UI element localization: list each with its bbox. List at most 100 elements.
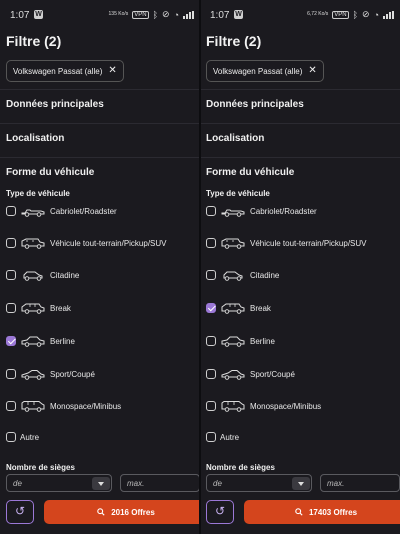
sedan-car-icon — [20, 335, 46, 347]
filter-chip[interactable]: Volkswagen Passat (alle) ✕ — [6, 60, 124, 82]
wifi-icon: ◔ — [373, 9, 379, 20]
filter-chip[interactable]: Volkswagen Passat (alle) ✕ — [206, 60, 324, 82]
bluetooth-icon: ᛒ — [352, 9, 359, 20]
vehicle-type-label-text: Break — [50, 303, 71, 313]
screenshot-divider — [199, 0, 201, 534]
chevron-down-icon[interactable] — [292, 477, 310, 490]
show-offers-button[interactable]: 2016 Offres — [44, 500, 200, 524]
filter-panel-right: 1:07 W 6,72 Ko/s VPN ᛒ ⊘ ◔ Filtre (2) Volkswagen… — [200, 0, 400, 534]
section-divider — [0, 157, 200, 158]
search-icon — [295, 508, 303, 516]
city-car-icon — [220, 269, 246, 281]
chevron-down-icon[interactable] — [92, 477, 110, 490]
close-icon[interactable]: ✕ — [308, 66, 316, 76]
vehicle-type-option[interactable]: Sport/Coupé — [206, 368, 295, 380]
section-localisation[interactable]: Localisation — [206, 133, 264, 144]
seats-max-select[interactable]: max. — [320, 474, 400, 492]
vehicle-type-label-text: Cabriolet/Roadster — [250, 206, 317, 216]
vehicle-type-option[interactable]: Véhicule tout-terrain/Pickup/SUV — [206, 237, 367, 249]
filter-chip-label: Volkswagen Passat (alle) — [13, 66, 103, 76]
checkbox[interactable] — [6, 401, 16, 411]
vehicle-type-label: Type de véhicule — [206, 189, 270, 198]
filter-chip-label: Volkswagen Passat (alle) — [213, 66, 303, 76]
checkbox[interactable] — [206, 336, 216, 346]
vehicle-type-option[interactable]: Berline — [206, 335, 275, 347]
vehicle-type-option[interactable]: Citadine — [206, 269, 279, 281]
vehicle-type-label-text: Citadine — [250, 270, 280, 280]
checkbox-checked[interactable] — [6, 336, 16, 346]
vehicle-type-option[interactable]: Berline — [6, 335, 75, 347]
checkbox[interactable] — [206, 270, 216, 280]
show-offers-button[interactable]: 17403 Offres — [244, 500, 400, 524]
reset-button[interactable]: ↺ — [6, 500, 34, 524]
vehicle-type-label-text: Véhicule tout-terrain/Pickup/SUV — [250, 238, 367, 248]
vehicle-type-label-text: Cabriolet/Roadster — [50, 206, 117, 216]
vehicle-type-label: Type de véhicule — [6, 189, 70, 198]
bottom-action-bar: ↺ 2016 Offres — [0, 492, 200, 534]
app-notification-icon: W — [234, 10, 243, 19]
vehicle-type-option[interactable]: Citadine — [6, 269, 79, 281]
checkbox[interactable] — [6, 432, 16, 442]
seats-max-select[interactable]: max. — [120, 474, 200, 492]
vehicle-type-option[interactable]: Autre — [206, 432, 239, 442]
show-offers-label: 17403 Offres — [308, 507, 358, 517]
minibus-car-icon — [220, 400, 246, 412]
vehicle-type-option[interactable]: Autre — [6, 432, 39, 442]
vehicle-type-label-text: Monospace/Minibus — [250, 401, 322, 411]
seats-label: Nombre de sièges — [6, 463, 75, 472]
page-title: Filtre (2) — [6, 33, 62, 49]
break-car-icon — [20, 302, 46, 314]
vehicle-type-label-text: Berline — [50, 336, 75, 346]
vehicle-type-option[interactable]: Cabriolet/Roadster — [206, 205, 317, 217]
minibus-car-icon — [20, 400, 46, 412]
checkbox[interactable] — [6, 369, 16, 379]
checkbox[interactable] — [6, 270, 16, 280]
vehicle-type-label-text: Sport/Coupé — [250, 369, 295, 379]
checkbox[interactable] — [6, 206, 16, 216]
status-time: 1:07 — [10, 10, 30, 21]
vehicle-type-label-text: Break — [250, 303, 271, 313]
checkbox[interactable] — [206, 401, 216, 411]
checkbox-checked[interactable] — [206, 303, 216, 313]
status-bar: 1:07 W 6,72 Ko/s VPN ᛒ ⊘ ◔ — [200, 0, 400, 30]
vehicle-type-option[interactable]: Monospace/Minibus — [206, 400, 321, 412]
signal-icon — [183, 10, 194, 19]
vehicle-type-option[interactable]: Sport/Coupé — [6, 368, 95, 380]
close-icon[interactable]: ✕ — [108, 66, 116, 76]
section-divider — [200, 89, 400, 90]
coupe-car-icon — [220, 368, 246, 380]
app-notification-icon: W — [34, 10, 43, 19]
vibrate-icon: ⊘ — [162, 9, 170, 19]
vehicle-type-option[interactable]: Cabriolet/Roadster — [6, 205, 117, 217]
checkbox[interactable] — [6, 303, 16, 313]
vehicle-type-label-text: Berline — [250, 336, 275, 346]
wifi-icon: ◔ — [173, 9, 179, 20]
checkbox[interactable] — [206, 206, 216, 216]
section-divider — [200, 157, 400, 158]
vehicle-type-option[interactable]: Véhicule tout-terrain/Pickup/SUV — [6, 237, 167, 249]
section-donnees-principales[interactable]: Données principales — [6, 99, 104, 110]
checkbox[interactable] — [206, 369, 216, 379]
bottom-action-bar: ↺ 17403 Offres — [200, 492, 400, 534]
section-localisation[interactable]: Localisation — [6, 133, 64, 144]
signal-icon — [383, 10, 394, 19]
vehicle-type-label-text: Autre — [220, 432, 240, 442]
reset-button[interactable]: ↺ — [206, 500, 234, 524]
checkbox[interactable] — [206, 432, 216, 442]
vehicle-type-option[interactable]: Break — [206, 302, 271, 314]
network-speed: 135 Ko/s — [108, 11, 129, 17]
reset-icon: ↺ — [14, 504, 26, 518]
vehicle-type-option[interactable]: Break — [6, 302, 71, 314]
section-forme-du-vehicule[interactable]: Forme du véhicule — [6, 167, 94, 178]
page-title: Filtre (2) — [206, 33, 262, 49]
section-forme-du-vehicule[interactable]: Forme du véhicule — [206, 167, 294, 178]
vehicle-type-option[interactable]: Monospace/Minibus — [6, 400, 121, 412]
search-icon — [97, 508, 105, 516]
checkbox[interactable] — [206, 238, 216, 248]
bluetooth-icon: ᛒ — [152, 9, 159, 20]
section-divider — [0, 89, 200, 90]
section-donnees-principales[interactable]: Données principales — [206, 99, 304, 110]
vehicle-type-label-text: Citadine — [50, 270, 80, 280]
vibrate-icon: ⊘ — [362, 9, 370, 19]
checkbox[interactable] — [6, 238, 16, 248]
